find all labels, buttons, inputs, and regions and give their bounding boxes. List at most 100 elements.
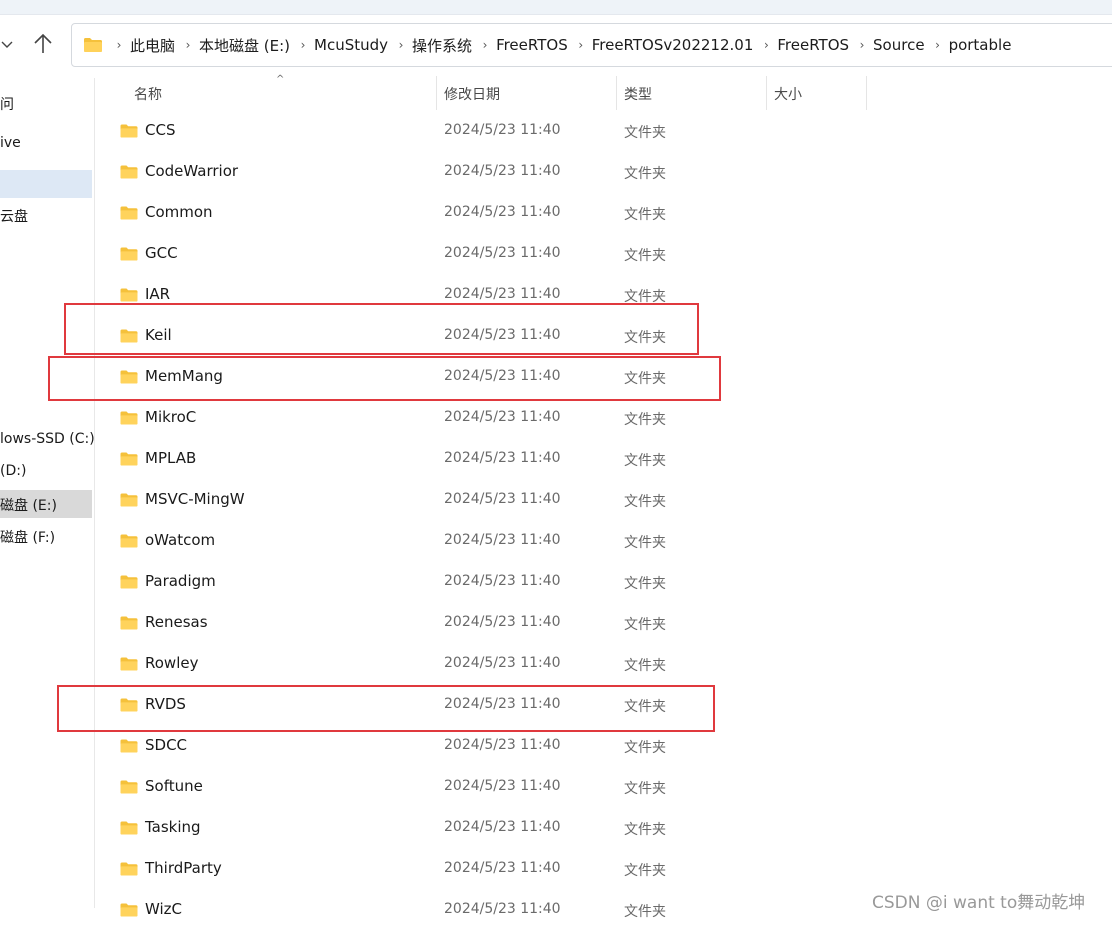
file-date: 2024/5/23 11:40 <box>444 450 561 466</box>
file-row[interactable]: Rowley 2024/5/23 11:40 文件夹 <box>100 643 870 684</box>
column-separator[interactable] <box>616 76 617 110</box>
file-name[interactable]: SDCC <box>145 736 187 754</box>
folder-icon <box>120 492 138 511</box>
file-type: 文件夹 <box>624 166 666 182</box>
file-name[interactable]: Paradigm <box>145 572 216 590</box>
file-name[interactable]: MemMang <box>145 367 223 385</box>
watermark: CSDN @i want to舞动乾坤 <box>872 893 1086 913</box>
file-name[interactable]: RVDS <box>145 695 186 713</box>
file-row[interactable]: Common 2024/5/23 11:40 文件夹 <box>100 192 870 233</box>
folder-icon <box>120 861 138 880</box>
file-name[interactable]: oWatcom <box>145 531 215 549</box>
chevron-right-icon[interactable]: › <box>851 38 873 52</box>
file-row[interactable]: Paradigm 2024/5/23 11:40 文件夹 <box>100 561 870 602</box>
file-name[interactable]: Tasking <box>145 818 201 836</box>
file-name[interactable]: GCC <box>145 244 178 262</box>
file-row[interactable]: Softune 2024/5/23 11:40 文件夹 <box>100 766 870 807</box>
sidebar-item-quick-access[interactable]: 问 <box>0 94 14 114</box>
file-name[interactable]: CCS <box>145 121 175 139</box>
column-header-date[interactable]: 修改日期 <box>444 84 500 104</box>
folder-icon <box>120 697 138 716</box>
chevron-down-icon[interactable] <box>0 34 14 54</box>
file-name[interactable]: MSVC-MingW <box>145 490 245 508</box>
file-type: 文件夹 <box>624 248 666 264</box>
sidebar-item-cloud-drive[interactable]: 云盘 <box>0 206 28 226</box>
chevron-right-icon[interactable]: › <box>108 38 130 52</box>
breadcrumb-item[interactable]: FreeRTOSv202212.01 <box>592 36 754 54</box>
breadcrumb-item[interactable]: portable <box>949 36 1012 54</box>
file-date: 2024/5/23 11:40 <box>444 286 561 302</box>
chevron-right-icon[interactable]: › <box>927 38 949 52</box>
sidebar-item-onedrive[interactable]: ive <box>0 135 21 151</box>
column-header-name[interactable]: 名称 <box>134 84 162 104</box>
file-date: 2024/5/23 11:40 <box>444 696 561 712</box>
file-row[interactable]: SDCC 2024/5/23 11:40 文件夹 <box>100 725 870 766</box>
column-header-size[interactable]: 大小 <box>774 84 802 104</box>
file-name[interactable]: Rowley <box>145 654 198 672</box>
breadcrumb-item[interactable]: FreeRTOS <box>496 36 568 54</box>
arrow-up-icon[interactable] <box>30 30 56 58</box>
file-date: 2024/5/23 11:40 <box>444 491 561 507</box>
file-name[interactable]: ThirdParty <box>145 859 222 877</box>
chevron-right-icon[interactable]: › <box>390 38 412 52</box>
file-type: 文件夹 <box>624 535 666 551</box>
file-name[interactable]: Renesas <box>145 613 208 631</box>
file-name[interactable]: Softune <box>145 777 203 795</box>
file-row[interactable]: ThirdParty 2024/5/23 11:40 文件夹 <box>100 848 870 889</box>
file-row[interactable]: IAR 2024/5/23 11:40 文件夹 <box>100 274 870 315</box>
column-separator[interactable] <box>866 76 867 110</box>
file-type: 文件夹 <box>624 453 666 469</box>
sidebar-item-drive-e[interactable]: 磁盘 (E:) <box>0 495 57 515</box>
breadcrumb-item[interactable]: 此电脑 <box>130 35 175 56</box>
breadcrumb-item[interactable]: McuStudy <box>314 36 388 54</box>
chevron-right-icon[interactable]: › <box>755 38 777 52</box>
file-row[interactable]: MemMang 2024/5/23 11:40 文件夹 <box>100 356 870 397</box>
file-type: 文件夹 <box>624 125 666 141</box>
column-header-type[interactable]: 类型 <box>624 84 652 104</box>
file-name[interactable]: WizC <box>145 900 182 918</box>
file-row[interactable]: MPLAB 2024/5/23 11:40 文件夹 <box>100 438 870 479</box>
sidebar-item-drive-c[interactable]: lows-SSD (C:) <box>0 431 95 447</box>
file-row[interactable]: GCC 2024/5/23 11:40 文件夹 <box>100 233 870 274</box>
breadcrumb-item[interactable]: 本地磁盘 (E:) <box>199 35 290 56</box>
chevron-right-icon[interactable]: › <box>570 38 592 52</box>
file-row[interactable]: CCS 2024/5/23 11:40 文件夹 <box>100 110 870 151</box>
file-name[interactable]: IAR <box>145 285 170 303</box>
sidebar-item-drive-f[interactable]: 磁盘 (F:) <box>0 527 55 547</box>
file-row[interactable]: CodeWarrior 2024/5/23 11:40 文件夹 <box>100 151 870 192</box>
file-name[interactable]: MPLAB <box>145 449 196 467</box>
column-separator[interactable] <box>436 76 437 110</box>
file-row[interactable]: Renesas 2024/5/23 11:40 文件夹 <box>100 602 870 643</box>
file-row[interactable]: oWatcom 2024/5/23 11:40 文件夹 <box>100 520 870 561</box>
chevron-right-icon[interactable]: › <box>292 38 314 52</box>
file-type: 文件夹 <box>624 412 666 428</box>
file-row[interactable]: MikroC 2024/5/23 11:40 文件夹 <box>100 397 870 438</box>
sidebar-item-drive-d[interactable]: (D:) <box>0 463 26 479</box>
file-row[interactable]: RVDS 2024/5/23 11:40 文件夹 <box>100 684 870 725</box>
file-name[interactable]: CodeWarrior <box>145 162 238 180</box>
file-name[interactable]: Common <box>145 203 213 221</box>
chevron-right-icon[interactable]: › <box>474 38 496 52</box>
file-date: 2024/5/23 11:40 <box>444 122 561 138</box>
folder-icon <box>120 820 138 839</box>
breadcrumb-item[interactable]: 操作系统 <box>412 35 472 56</box>
file-row[interactable]: Keil 2024/5/23 11:40 文件夹 <box>100 315 870 356</box>
file-row[interactable]: Tasking 2024/5/23 11:40 文件夹 <box>100 807 870 848</box>
pane-divider[interactable] <box>94 78 95 908</box>
column-separator[interactable] <box>766 76 767 110</box>
address-bar[interactable]: › 此电脑 › 本地磁盘 (E:) › McuStudy › 操作系统 › FreeRTOS › Fr… <box>71 23 1112 67</box>
folder-icon <box>120 328 138 347</box>
folder-icon <box>120 123 138 142</box>
file-type: 文件夹 <box>624 781 666 797</box>
chevron-right-icon[interactable]: › <box>177 38 199 52</box>
file-type: 文件夹 <box>624 576 666 592</box>
breadcrumb-item[interactable]: FreeRTOS <box>777 36 849 54</box>
sidebar-selection <box>0 170 92 198</box>
file-date: 2024/5/23 11:40 <box>444 778 561 794</box>
file-name[interactable]: Keil <box>145 326 172 344</box>
file-name[interactable]: MikroC <box>145 408 196 426</box>
file-row[interactable]: MSVC-MingW 2024/5/23 11:40 文件夹 <box>100 479 870 520</box>
file-row[interactable]: WizC 2024/5/23 11:40 文件夹 <box>100 889 870 930</box>
file-date: 2024/5/23 11:40 <box>444 573 561 589</box>
breadcrumb-item[interactable]: Source <box>873 36 925 54</box>
